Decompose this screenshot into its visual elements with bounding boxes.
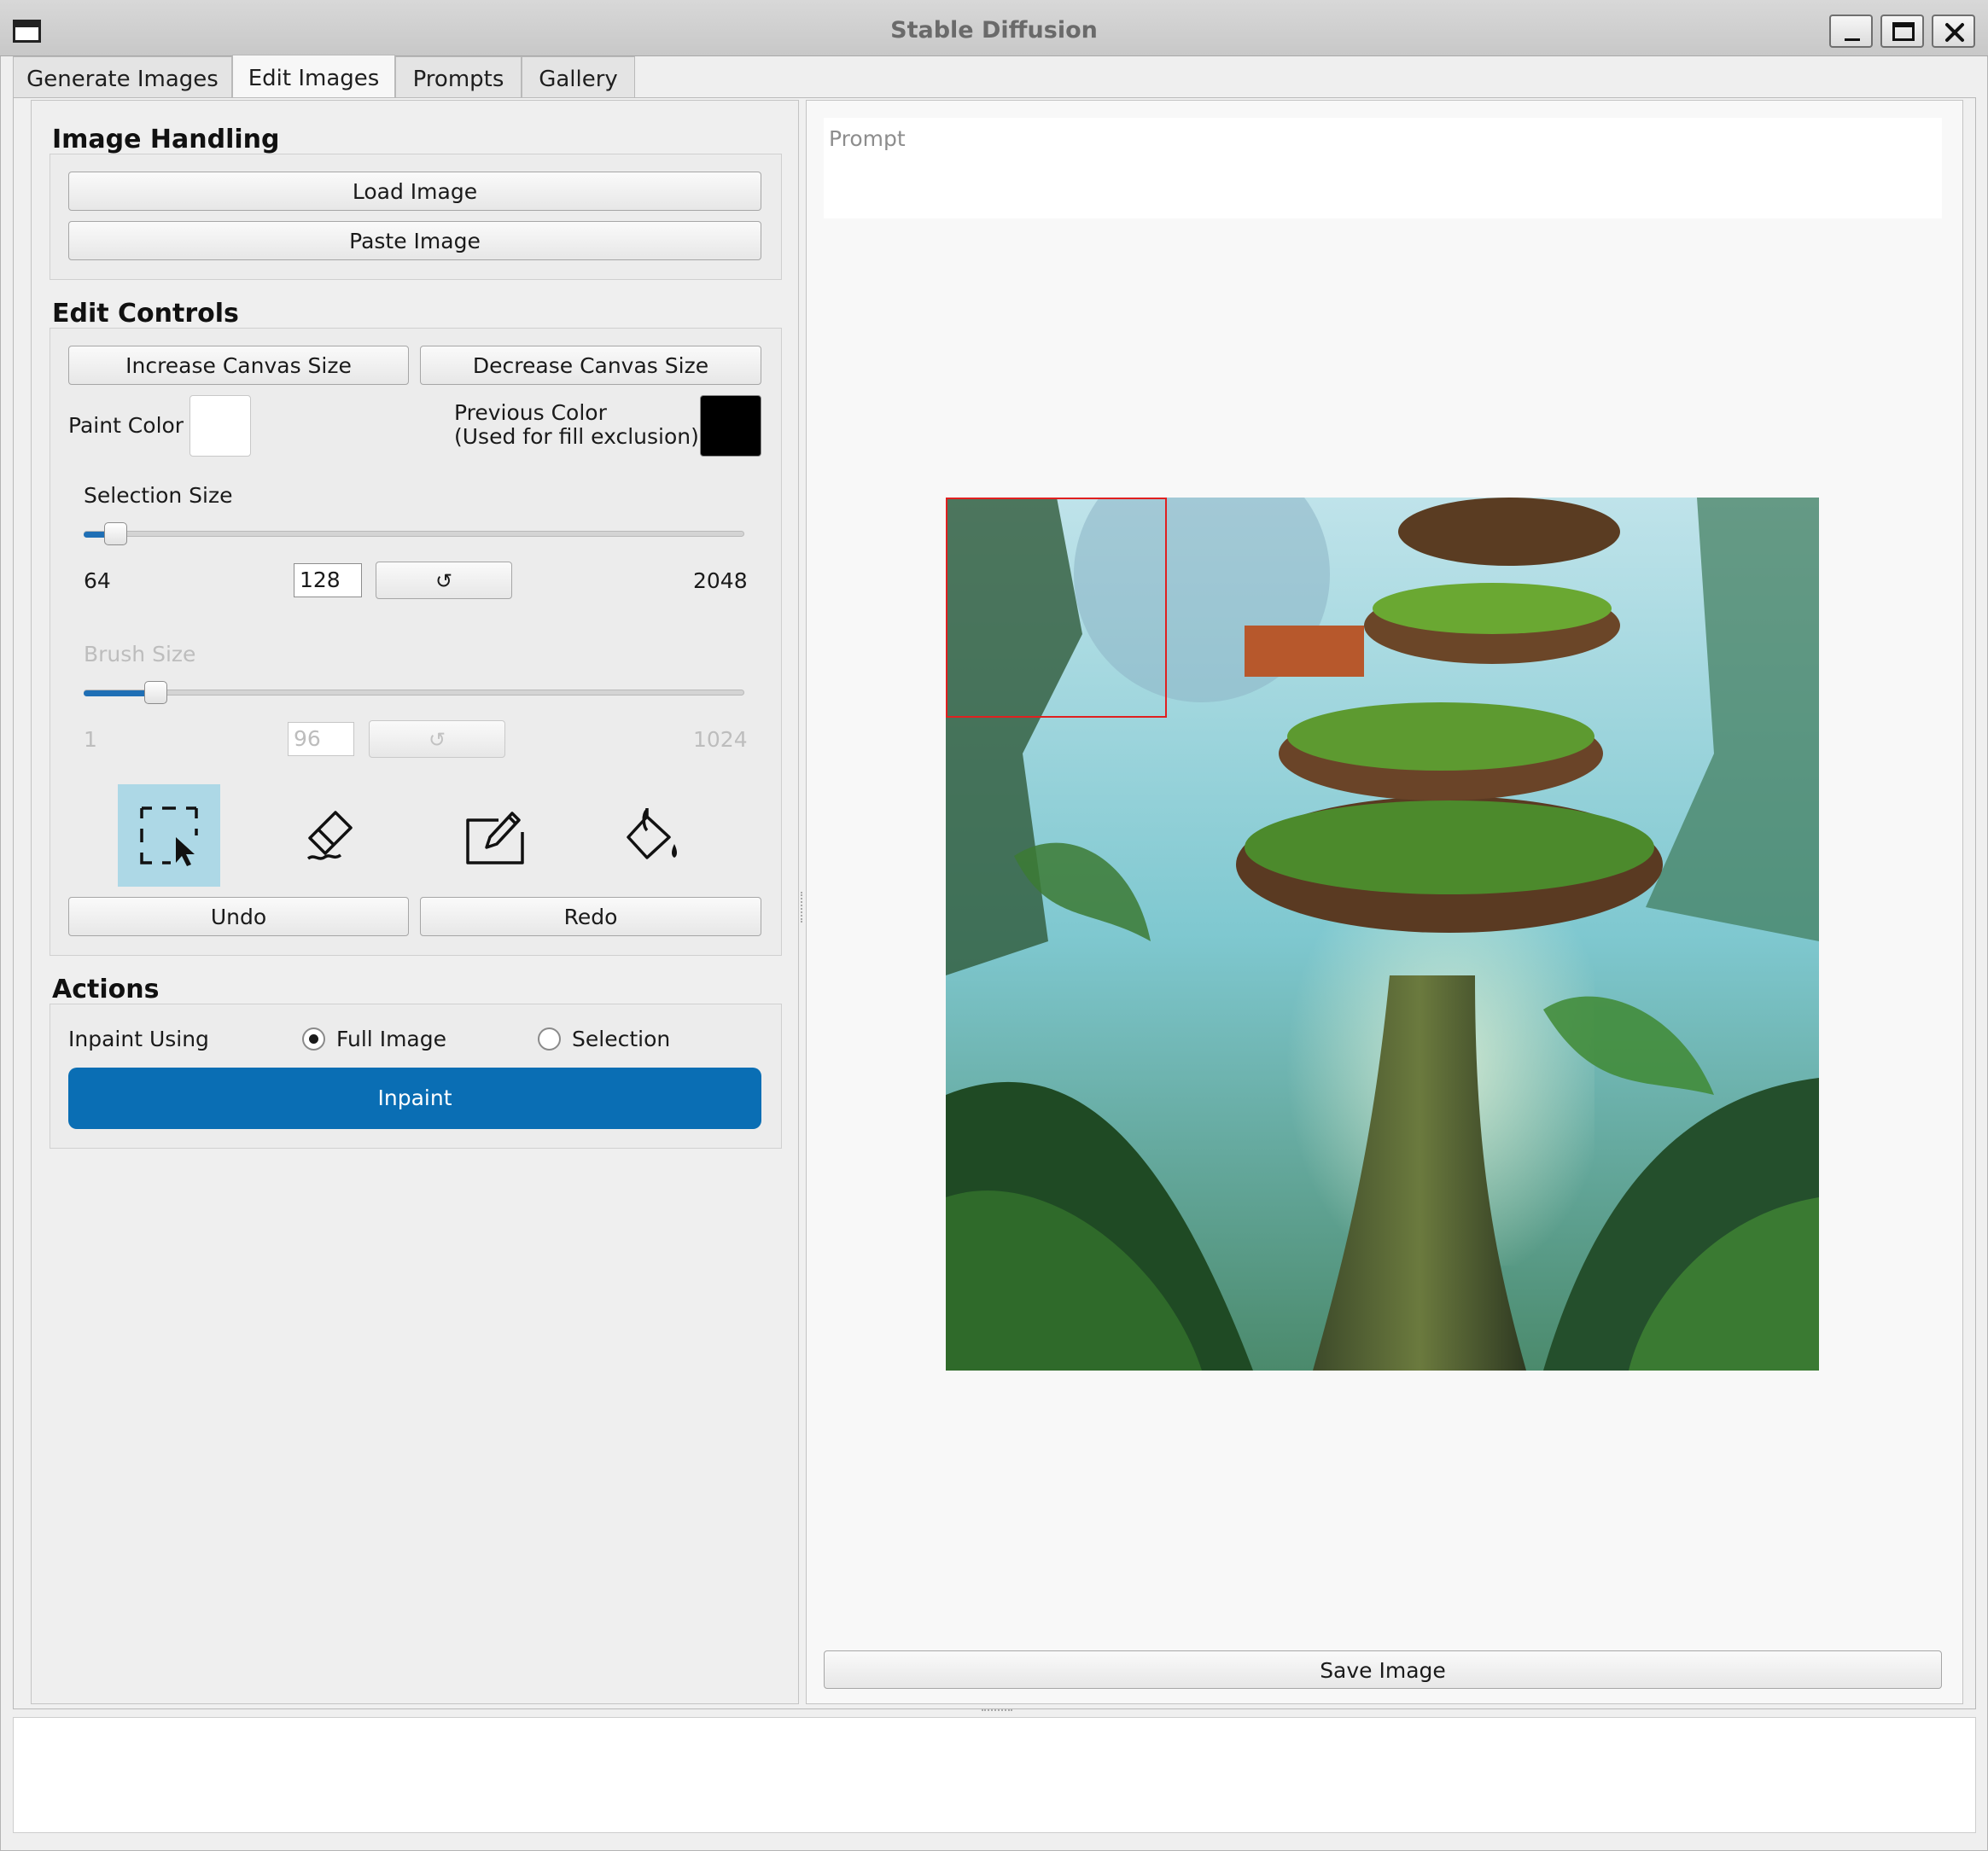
edit-controls-title: Edit Controls [52, 299, 239, 329]
load-image-button[interactable]: Load Image [68, 172, 761, 211]
actions-title: Actions [52, 975, 160, 1004]
paint-bucket-icon [627, 808, 677, 859]
previous-color-line1: Previous Color [454, 400, 607, 425]
selection-size-handle[interactable] [104, 522, 127, 545]
image-handling-title: Image Handling [52, 125, 280, 154]
selection-size-min: 64 [84, 568, 111, 593]
log-splitter-handle[interactable] [982, 1709, 1012, 1713]
inpaint-using-label: Inpaint Using [68, 1027, 209, 1051]
reset-icon: ↺ [428, 728, 446, 752]
window-title: Stable Diffusion [890, 17, 1098, 44]
decrease-canvas-button[interactable]: Decrease Canvas Size [420, 346, 761, 385]
selection-size-label: Selection Size [84, 483, 233, 508]
selection-size-input[interactable]: 128 [294, 563, 362, 597]
status-log-area [13, 1717, 1976, 1833]
eraser-tool-button[interactable] [278, 784, 381, 887]
selection-tool-button[interactable] [118, 784, 220, 887]
selection-size-max: 2048 [693, 568, 748, 593]
fill-tool-button[interactable] [603, 784, 705, 887]
minimize-icon [1845, 38, 1860, 41]
selection-cursor-icon [140, 806, 198, 866]
previous-color-line2: (Used for fill exclusion) [454, 424, 699, 449]
tab-edit-images[interactable]: Edit Images [232, 55, 395, 97]
undo-button[interactable]: Undo [68, 897, 409, 936]
close-icon [1945, 23, 1964, 42]
close-button[interactable] [1932, 15, 1975, 48]
tab-generate-images[interactable]: Generate Images [13, 56, 232, 97]
maximize-icon [1892, 22, 1915, 41]
brush-size-handle[interactable] [144, 681, 167, 704]
paint-color-label: Paint Color [68, 413, 184, 438]
inpaint-button[interactable]: Inpaint [68, 1068, 761, 1129]
increase-canvas-button[interactable]: Increase Canvas Size [68, 346, 409, 385]
maximize-button[interactable] [1880, 15, 1924, 48]
selection-size-reset-button[interactable]: ↺ [376, 562, 512, 599]
brush-size-max: 1024 [693, 727, 748, 752]
full-image-radio[interactable] [302, 1027, 325, 1051]
brush-size-label: Brush Size [84, 642, 196, 666]
reset-icon: ↺ [434, 569, 453, 593]
brush-size-min: 1 [84, 727, 97, 752]
brush-size-reset-button[interactable]: ↺ [369, 720, 505, 758]
save-image-button[interactable]: Save Image [824, 1650, 1942, 1689]
paint-color-swatch[interactable] [189, 395, 251, 457]
redo-button[interactable]: Redo [420, 897, 761, 936]
brush-size-input[interactable]: 96 [288, 722, 354, 756]
full-image-label[interactable]: Full Image [336, 1027, 446, 1051]
previous-color-swatch[interactable] [700, 395, 761, 457]
selection-rectangle[interactable] [946, 498, 1167, 718]
panel-splitter-handle[interactable] [801, 892, 804, 923]
tab-gallery[interactable]: Gallery [522, 56, 635, 97]
pencil-icon [466, 812, 524, 864]
paste-image-button[interactable]: Paste Image [68, 221, 761, 260]
eraser-icon [306, 811, 353, 860]
brush-size-track[interactable] [84, 690, 744, 696]
selection-radio[interactable] [538, 1027, 561, 1051]
selection-option-label[interactable]: Selection [572, 1027, 670, 1051]
minimize-button[interactable] [1829, 15, 1873, 48]
tab-prompts[interactable]: Prompts [395, 56, 522, 97]
selection-size-track[interactable] [84, 531, 744, 537]
pencil-tool-button[interactable] [442, 784, 545, 887]
prompt-input[interactable]: Prompt [824, 118, 1942, 218]
previous-color-label: Previous Color (Used for fill exclusion) [454, 401, 699, 449]
